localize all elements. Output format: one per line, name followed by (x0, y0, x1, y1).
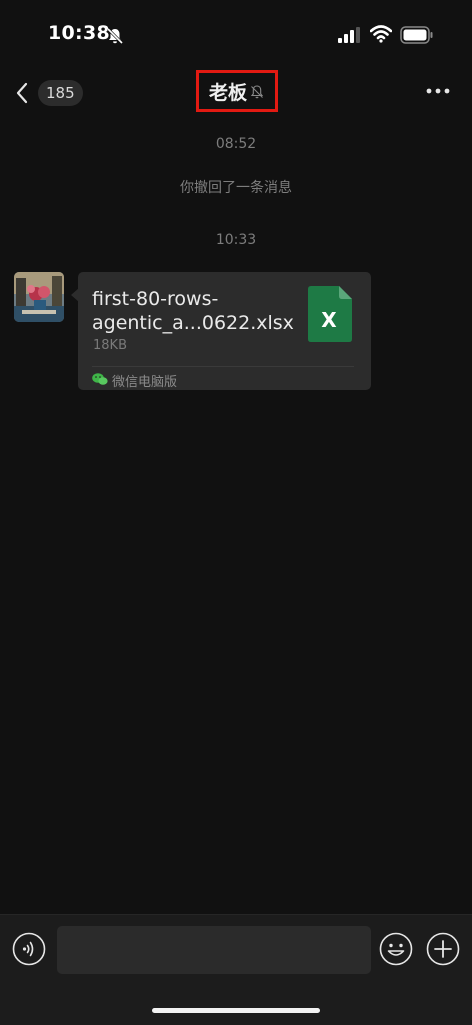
unread-count-badge: 185 (38, 80, 83, 106)
chat-title-highlight[interactable]: 老板 (196, 70, 278, 112)
chat-title: 老板 (208, 81, 247, 104)
back-button[interactable]: 185 (14, 78, 86, 108)
add-more-icon[interactable] (426, 932, 460, 966)
home-indicator[interactable] (152, 1008, 320, 1013)
timestamp: 08:52 (215, 136, 257, 152)
cellular-signal-icon (338, 27, 360, 43)
voice-input-icon[interactable] (12, 932, 46, 966)
bubble-divider (92, 366, 354, 367)
contact-avatar[interactable] (14, 272, 64, 322)
more-options-icon[interactable] (424, 84, 452, 98)
battery-icon (400, 26, 433, 44)
emoji-icon[interactable] (379, 932, 413, 966)
mute-bell-icon (250, 85, 264, 99)
message-input[interactable] (57, 926, 371, 974)
file-size: 18KB (93, 338, 127, 353)
file-name: first-80-rows-agentic_a...0622.xlsx (92, 288, 294, 334)
chevron-left-icon (16, 82, 28, 104)
status-time: 10:38 (48, 22, 110, 44)
timestamp: 10:33 (215, 232, 257, 248)
excel-letter: X (321, 308, 337, 332)
excel-file-icon: X (308, 286, 352, 342)
bell-off-icon (106, 27, 124, 45)
wechat-icon (92, 373, 108, 385)
recall-notice: 你撤回了一条消息 (180, 180, 292, 196)
file-source: 微信电脑版 (112, 375, 178, 390)
wifi-icon (370, 25, 392, 43)
